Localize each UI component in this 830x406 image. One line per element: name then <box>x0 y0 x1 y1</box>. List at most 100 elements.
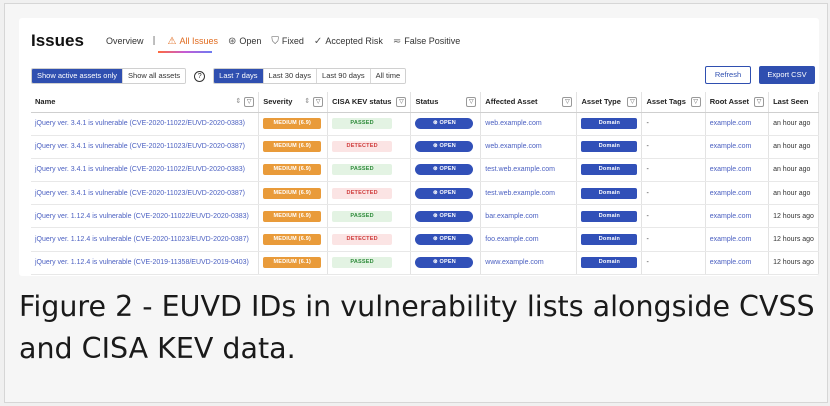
issue-link[interactable]: jQuery ver. 3.4.1 is vulnerable (CVE-202… <box>35 190 245 197</box>
affected-asset-link[interactable]: web.example.com <box>485 143 541 150</box>
kev-badge: DETECTED <box>332 234 393 246</box>
root-asset-link[interactable]: example.com <box>710 259 752 266</box>
range-all-time[interactable]: All time <box>370 69 406 83</box>
help-icon[interactable]: ? <box>194 70 206 82</box>
affected-asset-link[interactable]: web.example.com <box>485 120 541 127</box>
cell-status: ⊛ OPEN <box>410 227 482 252</box>
status-label: OPEN <box>439 236 456 243</box>
table-row[interactable]: jQuery ver. 3.4.1 is vulnerable (CVE-202… <box>31 112 819 136</box>
root-asset-link[interactable]: example.com <box>710 120 752 127</box>
refresh-button[interactable]: Refresh <box>705 66 751 84</box>
column-header-affected-asset[interactable]: Affected Asset ▽ <box>480 92 578 113</box>
table-row[interactable]: jQuery ver. 3.4.1 is vulnerable (CVE-202… <box>31 181 819 206</box>
cell-asset-type: Domain <box>576 227 643 252</box>
range-90-days[interactable]: Last 90 days <box>317 69 371 83</box>
table-row[interactable]: jQuery ver. 3.4.1 is vulnerable (CVE-202… <box>31 135 819 159</box>
tab-fixed[interactable]: ⛉ Fixed <box>271 36 304 47</box>
issue-link[interactable]: jQuery ver. 3.4.1 is vulnerable (CVE-202… <box>35 120 245 127</box>
filter-icon[interactable]: ▽ <box>396 97 407 107</box>
root-asset-link[interactable]: example.com <box>710 166 752 173</box>
cell-status: ⊛ OPEN <box>410 181 482 206</box>
column-header-root-asset[interactable]: Root Asset ▽ <box>705 92 770 113</box>
filter-icon[interactable]: ▽ <box>562 97 573 107</box>
status-badge[interactable]: ⊛ OPEN <box>415 187 474 199</box>
tab-label: False Positive <box>404 36 461 46</box>
show-all-assets-button[interactable]: Show all assets <box>123 69 186 83</box>
status-badge[interactable]: ⊛ OPEN <box>415 234 474 246</box>
affected-asset-link[interactable]: foo.example.com <box>485 236 538 243</box>
affected-asset-link[interactable]: test.web.example.com <box>485 166 555 173</box>
status-badge[interactable]: ⊛ OPEN <box>415 210 474 222</box>
sort-icon[interactable]: ⇕ <box>235 97 241 105</box>
cell-affected-asset: bar.example.com <box>480 204 578 229</box>
check-circle-icon: ✓ <box>313 35 323 47</box>
tab-label: Open <box>239 36 262 46</box>
cell-asset-type: Domain <box>576 112 643 136</box>
root-asset-link[interactable]: example.com <box>710 143 752 150</box>
cell-severity: MEDIUM (6.9) <box>258 135 329 159</box>
kev-badge: DETECTED <box>332 187 393 199</box>
cell-kev: PASSED <box>327 204 412 229</box>
filter-icon[interactable]: ▽ <box>313 97 324 107</box>
show-active-assets-button[interactable]: Show active assets only <box>32 69 124 83</box>
table-row[interactable]: jQuery ver. 3.4.1 is vulnerable (CVE-202… <box>31 158 819 183</box>
affected-asset-link[interactable]: www.example.com <box>485 259 543 266</box>
tab-accepted-risk[interactable]: ✓ Accepted Risk <box>314 36 383 47</box>
cell-status: ⊛ OPEN <box>410 204 482 229</box>
sort-icon[interactable]: ⇕ <box>304 97 310 105</box>
kev-badge: PASSED <box>332 118 393 130</box>
issue-link[interactable]: jQuery ver. 3.4.1 is vulnerable (CVE-202… <box>35 166 245 173</box>
column-header-status[interactable]: Status ▽ <box>410 92 482 113</box>
filter-icon[interactable]: ▽ <box>690 97 701 107</box>
affected-asset-link[interactable]: test.web.example.com <box>485 190 555 197</box>
cell-asset-type: Domain <box>576 181 643 206</box>
affected-asset-link[interactable]: bar.example.com <box>485 213 538 220</box>
cell-root-asset: example.com <box>705 251 770 275</box>
table-row[interactable]: jQuery ver. 1.12.4 is vulnerable (CVE-20… <box>31 251 819 275</box>
column-label: CISA KEV status <box>332 97 392 107</box>
filter-icon[interactable]: ▽ <box>627 97 638 107</box>
cell-severity: MEDIUM (6.9) <box>258 227 329 252</box>
status-badge[interactable]: ⊛ OPEN <box>415 141 474 153</box>
table-row[interactable]: jQuery ver. 1.12.4 is vulnerable (CVE-20… <box>31 227 819 252</box>
severity-badge: MEDIUM (6.9) <box>263 234 322 246</box>
issues-table-body: jQuery ver. 3.4.1 is vulnerable (CVE-202… <box>31 112 819 275</box>
column-header-severity[interactable]: Severity ⇕ ▽ <box>258 92 329 113</box>
range-7-days[interactable]: Last 7 days <box>214 69 264 83</box>
tab-all-issues[interactable]: ⚠ All Issues <box>168 36 218 47</box>
export-csv-button[interactable]: Export CSV <box>759 66 815 84</box>
issue-link[interactable]: jQuery ver. 1.12.4 is vulnerable (CVE-20… <box>35 259 249 266</box>
cell-status: ⊛ OPEN <box>410 158 482 183</box>
filter-icon[interactable]: ▽ <box>244 97 255 107</box>
filter-icon[interactable]: ▽ <box>754 97 765 107</box>
column-header-name[interactable]: Name ⇕ ▽ <box>31 92 260 113</box>
root-asset-link[interactable]: example.com <box>710 236 752 243</box>
filter-icon[interactable]: ▽ <box>466 97 477 107</box>
cell-affected-asset: web.example.com <box>480 112 578 136</box>
status-badge[interactable]: ⊛ OPEN <box>415 164 474 176</box>
figure-caption: Figure 2 - EUVD IDs in vulnerability lis… <box>19 290 815 365</box>
column-header-last-seen[interactable]: Last Seen <box>768 92 819 113</box>
issue-link[interactable]: jQuery ver. 1.12.4 is vulnerable (CVE-20… <box>35 213 249 220</box>
range-30-days[interactable]: Last 30 days <box>263 69 318 83</box>
tab-false-positive[interactable]: ≂ False Positive <box>393 36 460 47</box>
issue-link[interactable]: jQuery ver. 1.12.4 is vulnerable (CVE-20… <box>35 236 249 243</box>
column-header-asset-type[interactable]: Asset Type ▽ <box>576 92 643 113</box>
tab-label: Accepted Risk <box>325 36 383 46</box>
root-asset-link[interactable]: example.com <box>710 190 752 197</box>
kev-badge: PASSED <box>332 164 393 176</box>
cell-kev: DETECTED <box>327 227 412 252</box>
tab-open[interactable]: ⊛ Open <box>228 36 261 47</box>
column-label: Asset Type <box>581 97 621 107</box>
severity-badge: MEDIUM (6.9) <box>263 210 322 222</box>
root-asset-link[interactable]: example.com <box>710 213 752 220</box>
status-badge[interactable]: ⊛ OPEN <box>415 118 474 130</box>
cell-name: jQuery ver. 3.4.1 is vulnerable (CVE-202… <box>31 135 260 159</box>
column-header-asset-tags[interactable]: Asset Tags ▽ <box>641 92 706 113</box>
column-header-kev[interactable]: CISA KEV status ▽ <box>327 92 412 113</box>
status-badge[interactable]: ⊛ OPEN <box>415 257 474 269</box>
active-tab-underline <box>158 51 212 53</box>
issue-link[interactable]: jQuery ver. 3.4.1 is vulnerable (CVE-202… <box>35 143 245 150</box>
table-row[interactable]: jQuery ver. 1.12.4 is vulnerable (CVE-20… <box>31 204 819 229</box>
tab-overview[interactable]: Overview <box>106 36 144 46</box>
